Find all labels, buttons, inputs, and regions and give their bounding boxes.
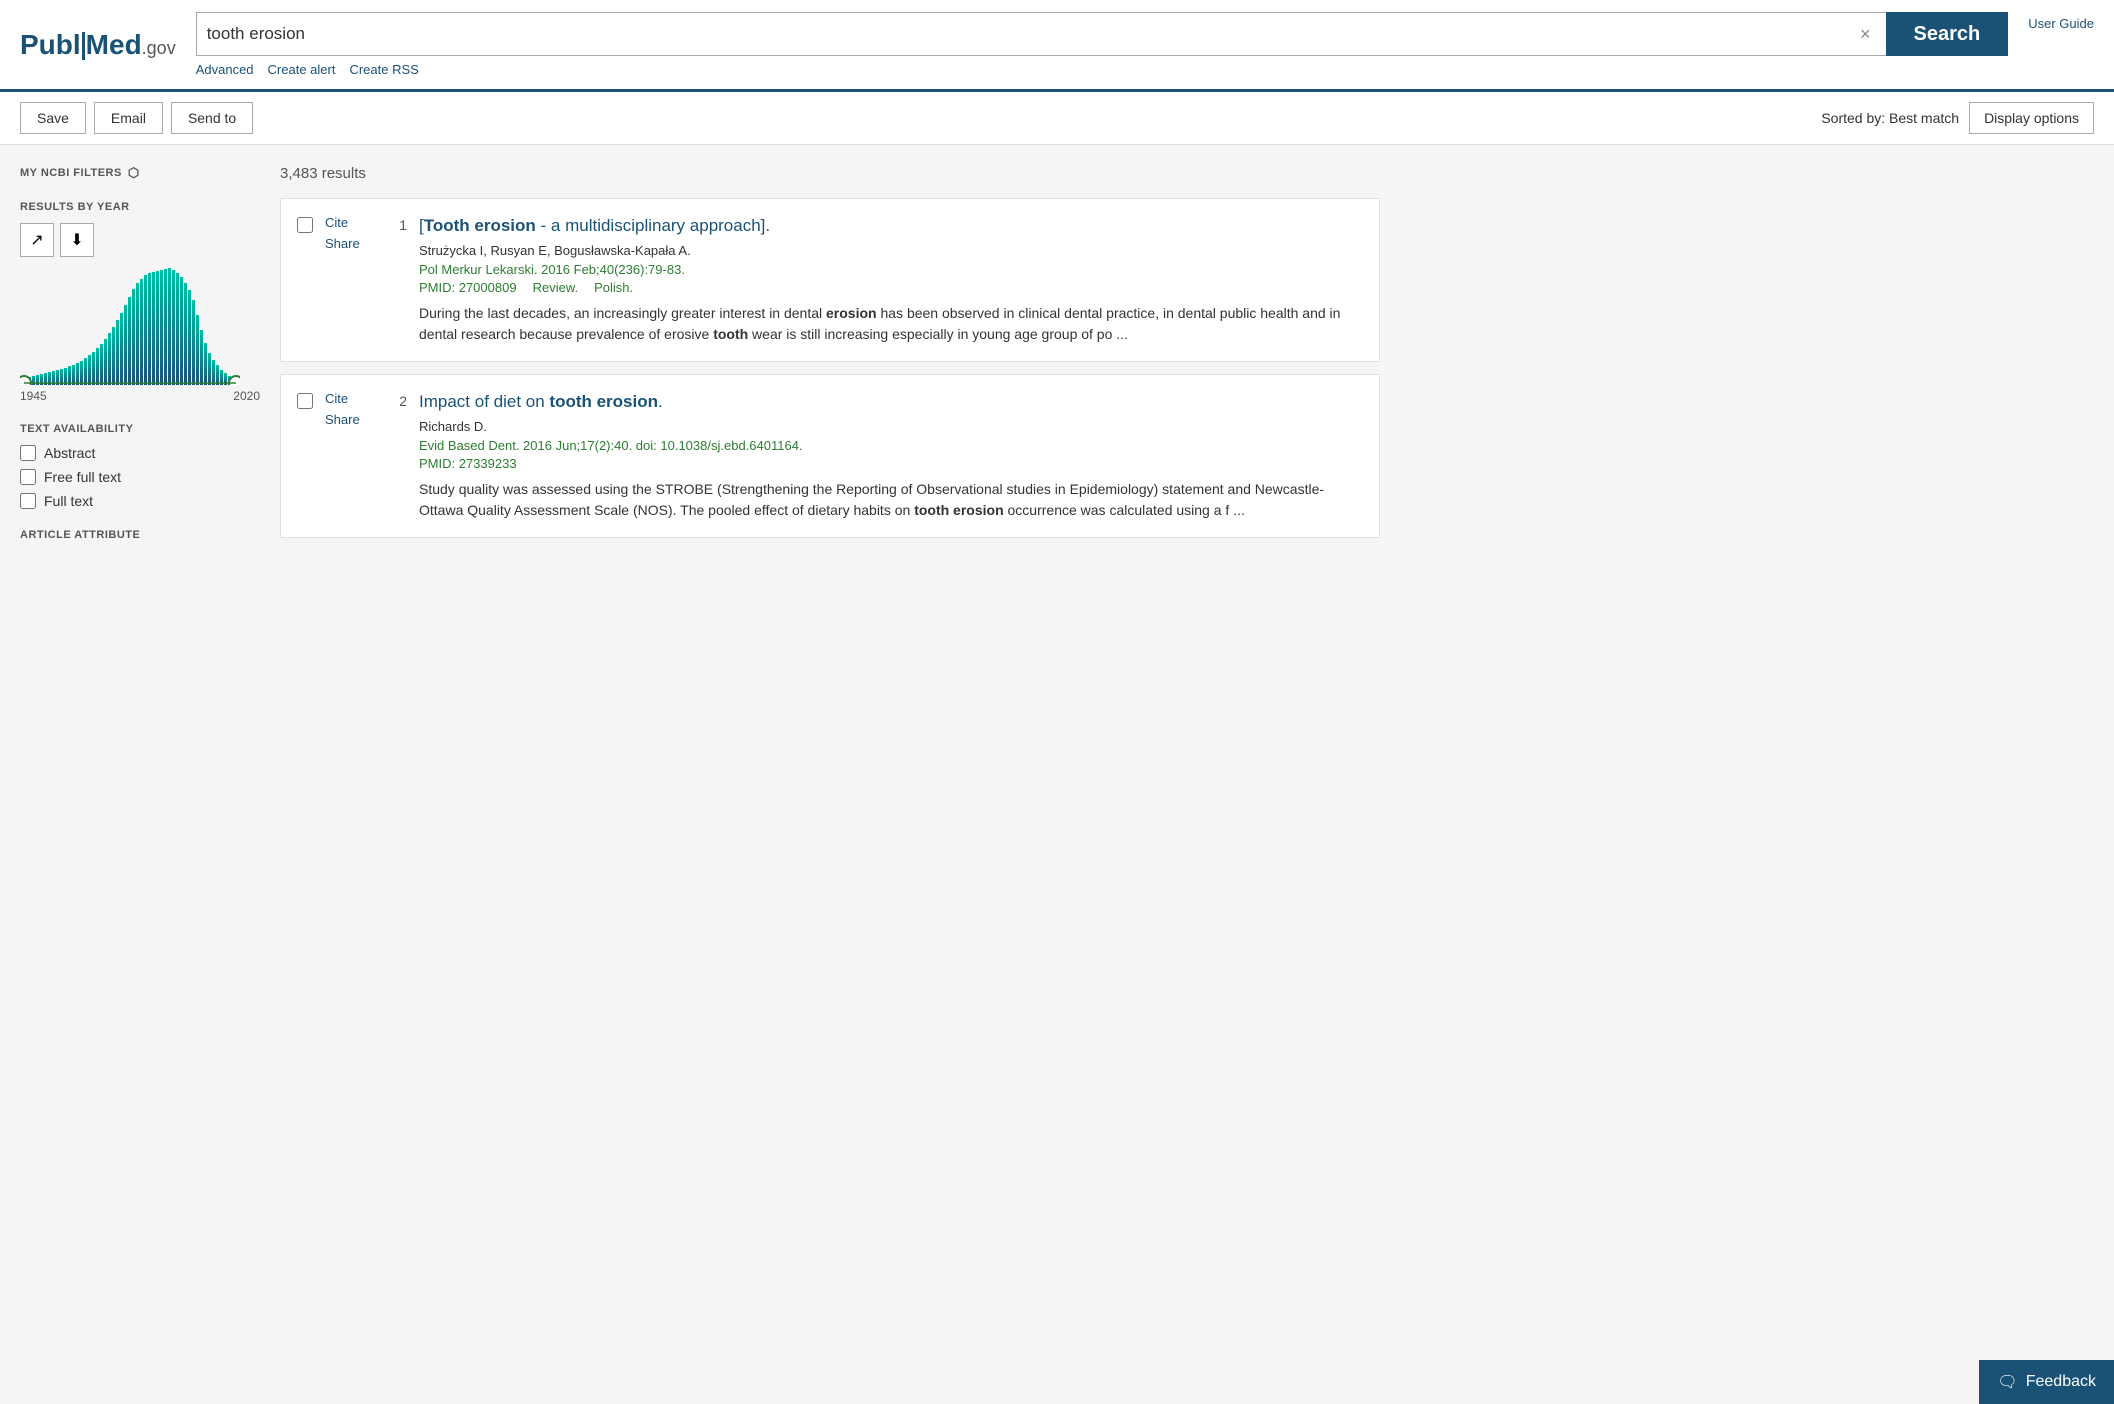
create-rss-link[interactable]: Create RSS [349,62,418,77]
result-1-check [297,215,313,345]
result-1-cite[interactable]: Cite [325,215,348,230]
abstract-checkbox[interactable] [20,445,36,461]
toolbar: Save Email Send to Sorted by: Best match… [0,92,2114,145]
sorted-by-label: Sorted by: Best match [1821,110,1959,126]
free-full-text-label: Free full text [44,469,121,485]
result-1-actions: Cite Share [325,215,375,345]
logo-med: Med [86,29,142,60]
result-1-checkbox[interactable] [297,217,313,233]
abstract-label: Abstract [44,445,95,461]
results-by-year-section: RESULTS BY YEAR ↗ ⬇ [20,201,260,403]
result-2-journal: Evid Based Dent. 2016 Jun;17(2):40. doi:… [419,438,1363,453]
results-count: 3,483 results [280,165,1380,182]
feedback-label: Feedback [2026,1373,2096,1391]
result-2-pmid: PMID: 27339233 [419,456,517,471]
result-2-share[interactable]: Share [325,412,360,427]
logo-pub: Publ [20,29,81,60]
result-2-authors: Richards D. [419,419,1363,434]
save-button[interactable]: Save [20,102,86,134]
free-full-text-filter: Free full text [20,469,260,485]
year-start: 1945 [20,389,47,403]
full-text-label: Full text [44,493,93,509]
results-by-year-title: RESULTS BY YEAR [20,201,260,213]
clear-button[interactable]: × [1855,24,1876,45]
advanced-link[interactable]: Advanced [196,62,254,77]
download-chart-button[interactable]: ⬇ [60,223,94,257]
result-2-title[interactable]: Impact of diet on tooth erosion. [419,391,1363,413]
export-icon[interactable]: ⬡ [128,165,140,181]
year-labels: 1945 2020 [20,389,260,403]
expand-chart-button[interactable]: ↗ [20,223,54,257]
result-item: Cite Share 1 [Tooth erosion - a multidis… [280,198,1380,362]
result-1-type: Review. [533,280,579,295]
result-1-meta: PMID: 27000809 Review. Polish. [419,280,1363,295]
result-1-abstract: During the last decades, an increasingly… [419,303,1363,345]
search-input[interactable] [207,24,1855,44]
result-2-abstract: Study quality was assessed using the STR… [419,479,1363,521]
logo-bar [82,32,85,60]
results-panel: 3,483 results Cite Share 1 [Tooth erosio… [280,165,1380,561]
result-1-share[interactable]: Share [325,236,360,251]
search-links: Advanced Create alert Create RSS [196,62,2009,77]
free-full-text-checkbox[interactable] [20,469,36,485]
search-row: × Search [196,12,2009,56]
result-2-num: 2 [387,391,407,521]
chart-controls: ↗ ⬇ [20,223,260,257]
search-area: × Search Advanced Create alert Create RS… [196,12,2009,77]
logo-gov: .gov [142,38,176,58]
logo: PublMed.gov [20,29,176,61]
text-availability-title: TEXT AVAILABILITY [20,423,260,435]
result-item: Cite Share 2 Impact of diet on tooth ero… [280,374,1380,538]
full-text-checkbox[interactable] [20,493,36,509]
header: PublMed.gov × Search Advanced Create ale… [0,0,2114,92]
year-end: 2020 [233,389,260,403]
create-alert-link[interactable]: Create alert [268,62,336,77]
feedback-button[interactable]: 🗨 Feedback [1979,1360,2114,1404]
result-1-journal: Pol Merkur Lekarski. 2016 Feb;40(236):79… [419,262,1363,277]
abstract-filter: Abstract [20,445,260,461]
display-options-button[interactable]: Display options [1969,102,2094,134]
result-1-body: [Tooth erosion - a multidisciplinary app… [419,215,1363,345]
result-1-pmid: PMID: 27000809 [419,280,517,295]
search-input-wrap: × [196,12,1886,56]
result-1-num: 1 [387,215,407,345]
result-1-title[interactable]: [Tooth erosion - a multidisciplinary app… [419,215,1363,237]
article-attribute-section: ARTICLE ATTRIBUTE [20,529,260,541]
search-button[interactable]: Search [1886,12,2009,56]
feedback-icon: 🗨 [1997,1372,2017,1392]
result-2-check [297,391,313,521]
result-1-lang: Polish. [594,280,633,295]
send-to-button[interactable]: Send to [171,102,253,134]
result-2-actions: Cite Share [325,391,375,521]
my-ncbi-title: MY NCBI FILTERS ⬡ [20,165,260,181]
user-guide-link[interactable]: User Guide [2028,12,2094,31]
year-chart [20,265,240,385]
article-attribute-title: ARTICLE ATTRIBUTE [20,529,260,541]
email-button[interactable]: Email [94,102,163,134]
text-availability-section: TEXT AVAILABILITY Abstract Free full tex… [20,423,260,509]
result-2-checkbox[interactable] [297,393,313,409]
main-content: MY NCBI FILTERS ⬡ RESULTS BY YEAR ↗ ⬇ [0,145,1400,581]
sidebar: MY NCBI FILTERS ⬡ RESULTS BY YEAR ↗ ⬇ [20,165,260,561]
result-1-authors: Strużycka I, Rusyan E, Bogusławska-Kapał… [419,243,1363,258]
result-2-body: Impact of diet on tooth erosion. Richard… [419,391,1363,521]
my-ncbi-section: MY NCBI FILTERS ⬡ [20,165,260,181]
result-2-cite[interactable]: Cite [325,391,348,406]
toolbar-right: Sorted by: Best match Display options [1821,102,2094,134]
full-text-filter: Full text [20,493,260,509]
chart-svg [20,265,240,385]
result-2-meta: PMID: 27339233 [419,456,1363,471]
